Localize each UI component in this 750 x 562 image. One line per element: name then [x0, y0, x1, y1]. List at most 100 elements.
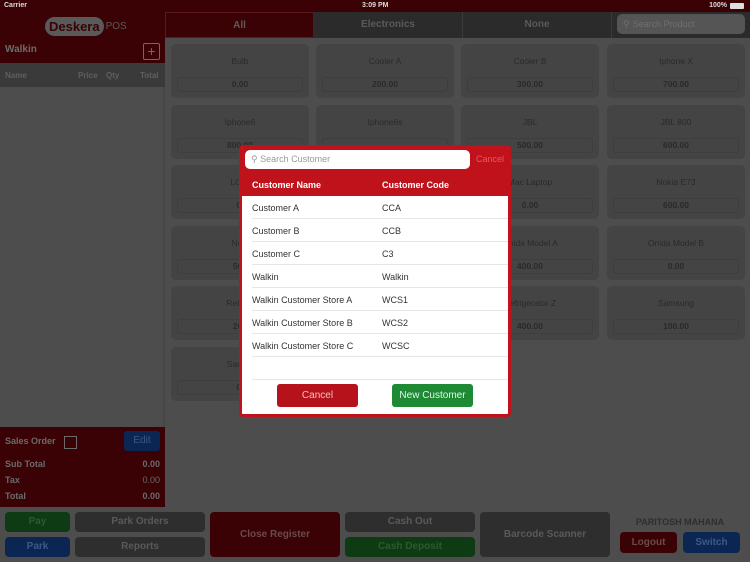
sales-order-checkbox[interactable]	[63, 436, 77, 449]
col-name: Name	[5, 71, 27, 80]
selected-customer[interactable]: Walkin	[5, 44, 37, 55]
park-button[interactable]: Park	[5, 537, 70, 557]
barcode-scanner-button[interactable]: Barcode Scanner	[480, 512, 610, 557]
product-card[interactable]: JBL 800 600.00	[607, 104, 745, 159]
product-name: Onida Model B	[647, 237, 705, 248]
customer-row-empty	[252, 357, 508, 380]
switch-button[interactable]: Switch	[683, 532, 740, 553]
customer-name: Walkin Customer Store C	[252, 341, 354, 351]
customer-row[interactable]: Customer B CCB	[252, 219, 508, 242]
product-price: 200.00	[322, 77, 448, 92]
product-name: Iphone6	[224, 116, 256, 127]
deskera-logo: Deskera POS	[45, 16, 127, 36]
new-customer-button[interactable]: New Customer	[392, 384, 473, 407]
status-bar: Carrier 3:09 PM 100%	[0, 0, 750, 12]
customer-row[interactable]: Walkin Customer Store B WCS2	[252, 311, 508, 334]
col-customer-name: Customer Name	[252, 180, 322, 190]
add-item-button[interactable]: +	[143, 43, 160, 60]
customer-table-header: Customer Name Customer Code	[242, 173, 508, 196]
product-price: 600.00	[613, 198, 739, 213]
customer-search-placeholder: Search Customer	[260, 154, 331, 164]
cancel-button[interactable]: Cancel	[277, 384, 358, 407]
product-search-placeholder: Search Product	[632, 19, 695, 29]
edit-button[interactable]: Edit	[124, 431, 160, 451]
cash-deposit-button[interactable]: Cash Deposit	[345, 537, 475, 557]
tab-none[interactable]: None	[463, 12, 612, 38]
battery-percent: 100%	[709, 2, 727, 9]
product-price: 300.00	[467, 77, 593, 92]
col-price: Price	[78, 71, 98, 80]
product-price: 0.00	[613, 258, 739, 274]
product-card[interactable]: Onida Model B 0.00	[607, 225, 745, 280]
col-customer-code: Customer Code	[382, 180, 450, 190]
customer-row[interactable]: Walkin Customer Store C WCSC	[252, 334, 508, 357]
tab-electronics[interactable]: Electronics	[314, 12, 463, 38]
logo-suffix: POS	[105, 20, 127, 32]
customer-row[interactable]: Walkin Walkin	[252, 265, 508, 288]
cart-header: Name Price Qty Total	[0, 63, 165, 87]
product-name: Bulb	[231, 56, 249, 66]
customer-row[interactable]: Customer A CCA	[252, 196, 508, 219]
search-icon: ⚲	[251, 154, 258, 164]
sales-order-label: Sales Order	[5, 436, 56, 446]
customer-code: WCS2	[382, 318, 409, 328]
product-price: 0.00	[177, 77, 303, 92]
customer-code: CCB	[382, 226, 402, 236]
user-name: PARITOSH MAHANA	[635, 517, 725, 527]
customer-search-input[interactable]: ⚲ Search Customer	[245, 150, 470, 169]
product-card[interactable]: Samsung 100.00	[607, 286, 745, 340]
logo-cloud-icon: Deskera	[45, 16, 104, 36]
subtotal-value: 0.00	[142, 459, 160, 469]
product-card[interactable]: Bulb 0.00	[171, 44, 309, 98]
product-name: Cooler A	[368, 56, 402, 66]
product-card[interactable]: Cooler A 200.00	[316, 44, 454, 98]
customer-name: Walkin	[252, 272, 279, 282]
reports-button[interactable]: Reports	[75, 537, 205, 557]
customer-code: WCSC	[382, 341, 410, 351]
product-name: JBL 800	[660, 116, 692, 127]
search-icon: ⚲	[623, 19, 630, 29]
park-orders-button[interactable]: Park Orders	[75, 512, 205, 532]
product-card[interactable]: Iphone X 700.00	[607, 44, 745, 98]
search-cancel-button[interactable]: Cancel	[476, 154, 504, 164]
customer-code: CCA	[382, 203, 402, 213]
customer-code: Walkin	[382, 272, 409, 282]
cash-out-button[interactable]: Cash Out	[345, 512, 475, 532]
product-price: 100.00	[613, 319, 739, 334]
logout-button[interactable]: Logout	[620, 532, 677, 553]
customer-row[interactable]: Walkin Customer Store A WCS1	[252, 288, 508, 311]
product-name: Iphone X	[658, 56, 694, 66]
product-name: Samsung	[658, 298, 694, 308]
total-label: Total	[5, 491, 26, 501]
customer-name: Customer B	[252, 226, 300, 236]
tab-all[interactable]: All	[165, 12, 314, 38]
total-value: 0.00	[142, 491, 160, 501]
modal-search-bar: ⚲ Search Customer Cancel	[242, 148, 508, 173]
customer-name: Walkin Customer Store A	[252, 295, 353, 305]
customer-picker-modal: ⚲ Search Customer Cancel Customer Name C…	[239, 145, 511, 417]
product-price: 600.00	[613, 137, 739, 153]
customer-code: WCS1	[382, 295, 409, 305]
subtotal-label: Sub Total	[5, 459, 46, 469]
customer-name: Customer A	[252, 203, 300, 213]
carrier-label: Carrier	[4, 2, 27, 9]
col-qty: Qty	[106, 71, 120, 80]
pay-button[interactable]: Pay	[5, 512, 70, 532]
customer-row[interactable]: Customer C C3	[252, 242, 508, 265]
col-total: Total	[140, 71, 159, 80]
product-name: JBL	[522, 116, 538, 127]
product-card[interactable]: Nokia E73 600.00	[607, 165, 745, 219]
customer-name: Walkin Customer Store B	[252, 318, 353, 328]
battery-icon	[730, 2, 744, 9]
product-price: 700.00	[613, 77, 739, 92]
product-search-input[interactable]: ⚲ Search Product	[617, 14, 745, 34]
cart-list	[0, 87, 165, 427]
tax-value: 0.00	[142, 475, 160, 485]
customer-list: Customer A CCA Customer B CCB Customer C C3 Wa…	[242, 196, 508, 380]
close-register-button[interactable]: Close Register	[210, 512, 340, 557]
totals-panel: Sales Order Edit Sub Total 0.00 Tax 0.00 T…	[0, 427, 165, 507]
product-name: Cooler B	[513, 56, 547, 66]
battery-indicator: 100%	[709, 2, 744, 9]
product-card[interactable]: Cooler B 300.00	[461, 44, 599, 98]
clock: 3:09 PM	[362, 2, 389, 9]
